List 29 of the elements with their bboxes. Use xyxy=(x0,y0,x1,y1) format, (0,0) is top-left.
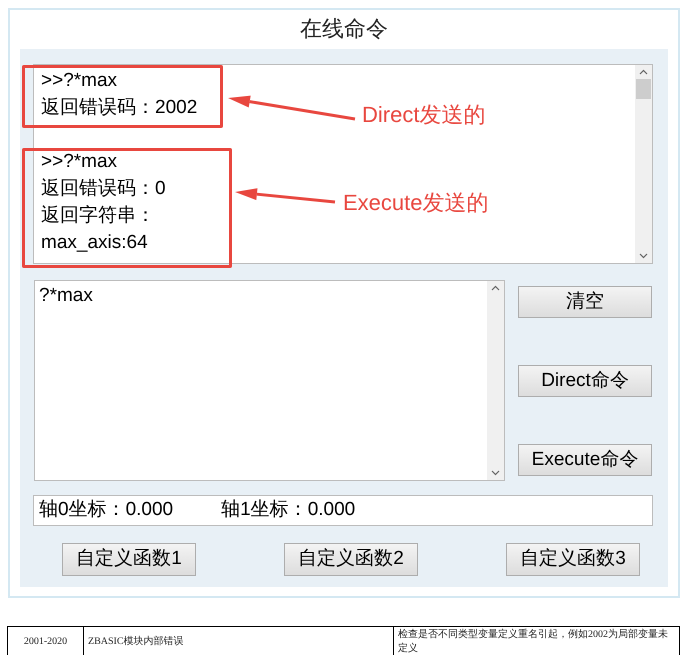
coordinates-field[interactable]: 轴0坐标：0.000 轴1坐标：0.000 xyxy=(33,495,653,526)
log-line: >>?*max xyxy=(41,150,118,174)
axis-coordinate: 轴1坐标：0.000 xyxy=(221,498,356,522)
command-input[interactable]: ?*max xyxy=(34,280,505,481)
function-button[interactable]: 自定义函数1 xyxy=(62,543,196,576)
log-line: 返回字符串： xyxy=(41,204,155,228)
log-line: >>?*max xyxy=(41,69,118,93)
annotation-label: Execute发送的 xyxy=(343,192,488,214)
log-line: max_axis:64 xyxy=(41,231,148,255)
annotation-label: Direct发送的 xyxy=(362,104,486,126)
command-button[interactable]: Execute命令 xyxy=(518,444,652,476)
scrollbar[interactable] xyxy=(635,65,652,263)
function-button[interactable]: 自定义函数3 xyxy=(506,543,640,576)
table-cell: ZBASIC模块内部错误 xyxy=(84,626,394,655)
table-cell: 检查是否不同类型变量定义重名引起，例如2002为局部变量未定义 xyxy=(394,626,680,655)
down-caret-icon[interactable] xyxy=(639,253,648,259)
scrollbar[interactable] xyxy=(487,281,504,480)
up-caret-icon[interactable] xyxy=(491,285,500,291)
table-cell: 2001-2020 xyxy=(8,626,84,655)
down-caret-icon[interactable] xyxy=(491,470,500,476)
up-caret-icon[interactable] xyxy=(639,69,648,75)
window-title: 在线命令 xyxy=(300,18,388,40)
command-button[interactable]: 清空 xyxy=(518,286,652,318)
log-line: 返回错误码：2002 xyxy=(41,96,198,120)
log-line: 返回错误码：0 xyxy=(41,177,166,201)
function-button[interactable]: 自定义函数2 xyxy=(284,543,418,576)
axis-coordinate: 轴0坐标：0.000 xyxy=(39,498,174,522)
scroll-thumb[interactable] xyxy=(636,79,651,99)
command-button[interactable]: Direct命令 xyxy=(518,365,652,397)
